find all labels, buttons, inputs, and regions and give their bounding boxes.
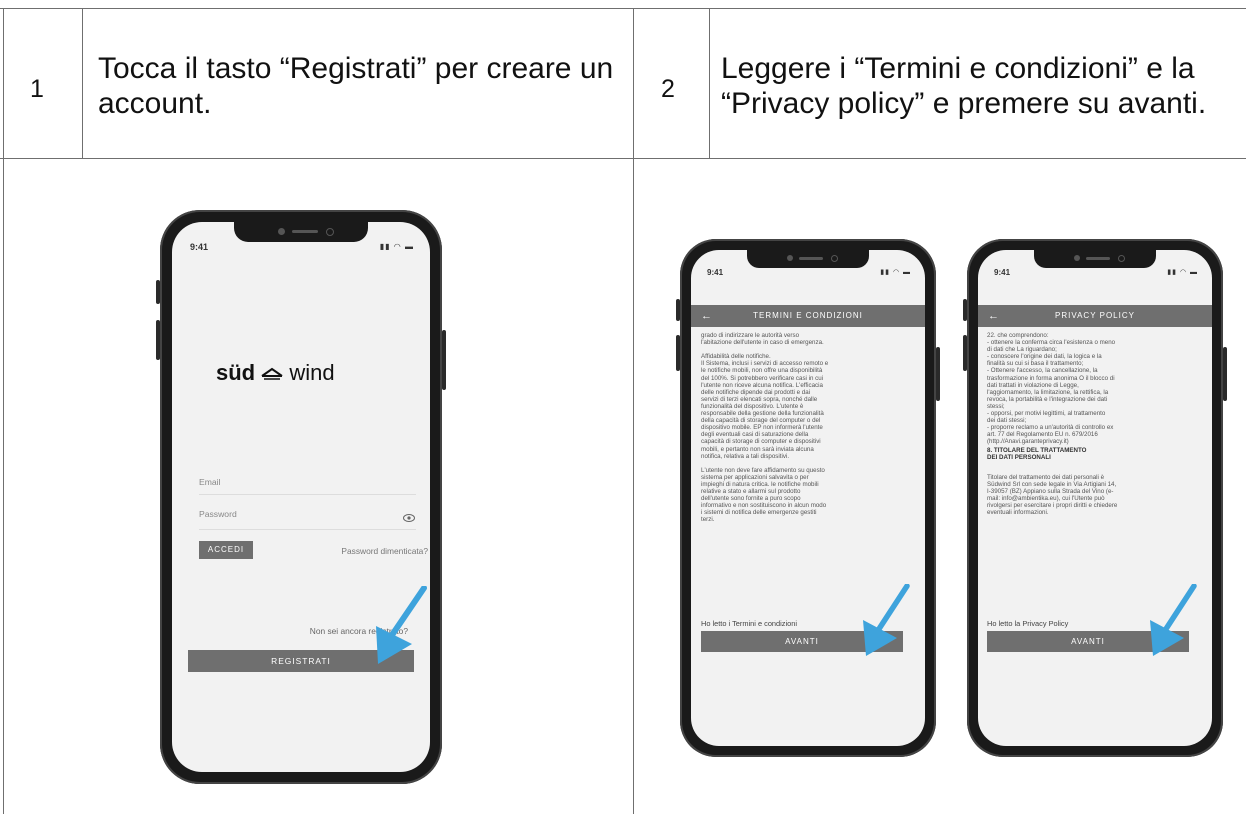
table-border-mid [0,158,1246,159]
phone-login: 9:41 ▮▮ ◠ ▬ süd wind Email Password ACCE… [156,210,446,784]
speaker-icon [292,230,318,233]
speaker-icon [799,257,823,260]
side-button [963,299,967,321]
camera-icon [278,228,285,235]
email-field[interactable]: Email [199,477,221,487]
phone-notch [747,250,869,268]
logo-wind-icon [261,367,283,380]
privacy-section-title: 8. TITOLARE DEL TRATTAMENTO DEI DATI PER… [987,447,1087,462]
pointer-arrow-icon [863,584,910,656]
forgot-password-link[interactable]: Password dimenticata? [341,546,428,556]
table-divider-center [633,8,634,814]
sensor-icon [326,228,334,236]
phone-notch [1034,250,1156,268]
status-icons: ▮▮ ◠ ▬ [379,242,414,251]
privacy-header: ← PRIVACY POLICY [978,305,1212,327]
privacy-body-rights: 22. che comprendono: - ottenere la confe… [987,332,1116,446]
side-button [676,335,680,371]
table-border-top [0,8,1246,9]
privacy-read-label[interactable]: Ho letto la Privacy Policy [987,619,1068,628]
side-button [676,299,680,321]
step-instruction: Leggere i “Termini e condizioni” e la “P… [721,52,1207,120]
step-number: 1 [30,75,44,103]
side-button [156,320,160,360]
terms-title: TERMINI E CONDIZIONI [753,311,863,320]
privacy-title: PRIVACY POLICY [1055,311,1135,320]
terms-body: grado di indirizzare le autorità verso l… [701,332,829,524]
phone-screen: 9:41 ▮▮ ◠ ▬ ← TERMINI E CONDIZIONI grado… [691,250,925,746]
status-time: 9:41 [707,268,724,277]
privacy-body-owner: Titolare del trattamento dei dati person… [987,474,1118,517]
pointer-arrow-icon [376,586,427,664]
status-icons: ▮▮ ◠ ▬ [1167,269,1198,276]
terms-header: ← TERMINI E CONDIZIONI [691,305,925,327]
step-number: 2 [661,75,675,103]
brand-logo: süd wind [216,360,335,386]
logo-text-left: süd [216,360,256,385]
status-time: 9:41 [190,242,209,252]
terms-read-label[interactable]: Ho letto i Termini e condizioni [701,619,797,628]
table-divider-num1 [82,8,83,158]
phone-terms: 9:41 ▮▮ ◠ ▬ ← TERMINI E CONDIZIONI grado… [676,239,940,757]
sensor-icon [831,255,838,262]
login-button[interactable]: ACCEDI [199,541,253,559]
status-time: 9:41 [994,268,1011,277]
email-underline [199,494,416,495]
sensor-icon [1118,255,1125,262]
table-divider-num2 [709,8,710,158]
side-button [936,347,940,401]
camera-icon [787,255,793,261]
speaker-icon [1086,257,1110,260]
side-button [963,335,967,371]
password-underline [199,529,416,530]
eye-icon[interactable] [403,514,415,522]
status-icons: ▮▮ ◠ ▬ [880,269,911,276]
phone-privacy: 9:41 ▮▮ ◠ ▬ ← PRIVACY POLICY 22. che com… [963,239,1227,757]
phone-screen: 9:41 ▮▮ ◠ ▬ süd wind Email Password ACCE… [172,222,430,772]
side-button [442,330,446,390]
table-border-left [3,8,4,814]
phone-screen: 9:41 ▮▮ ◠ ▬ ← PRIVACY POLICY 22. che com… [978,250,1212,746]
side-button [1223,347,1227,401]
camera-icon [1074,255,1080,261]
phone-notch [234,222,368,242]
pointer-arrow-icon [1150,584,1197,656]
password-field[interactable]: Password [199,509,237,519]
step-instruction: Tocca il tasto “Registrati” per creare u… [98,52,614,120]
logo-text-right: wind [289,360,335,385]
side-button [156,280,160,304]
